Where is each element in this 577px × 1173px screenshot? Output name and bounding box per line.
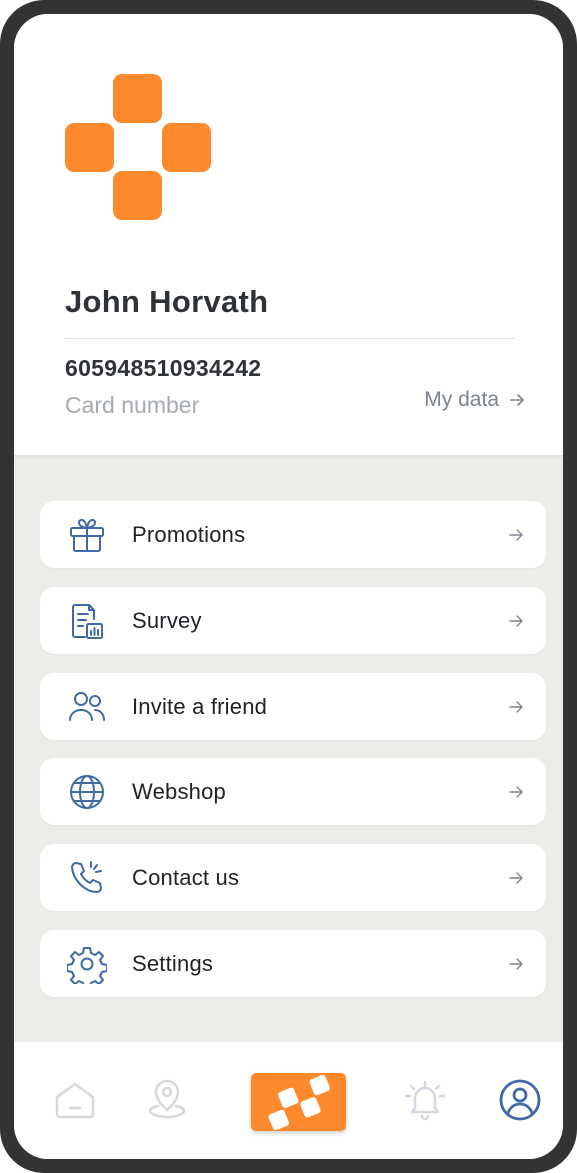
users-icon — [67, 687, 107, 727]
home-icon — [55, 1082, 95, 1119]
arrow-right-icon — [508, 870, 524, 886]
menu-item-survey[interactable]: Survey — [40, 587, 546, 654]
nav-map-button[interactable] — [145, 1078, 189, 1122]
nav-home-button[interactable] — [53, 1078, 97, 1122]
nav-card-button[interactable] — [251, 1073, 346, 1131]
loyalty-card-icon — [251, 1073, 346, 1131]
phone-frame: John Horvath 605948510934242 Card number… — [0, 0, 577, 1173]
menu-item-label: Contact us — [132, 865, 240, 890]
gear-icon — [66, 944, 108, 989]
menu-item-contact-us[interactable]: Contact us — [40, 844, 546, 911]
user-name: John Horvath — [65, 284, 269, 319]
my-data-label: My data — [424, 388, 499, 411]
nav-notifications-button[interactable] — [403, 1078, 447, 1122]
arrow-right-icon — [508, 527, 524, 543]
menu-item-label: Settings — [132, 951, 214, 976]
divider — [65, 338, 515, 339]
my-data-link[interactable]: My data — [424, 388, 525, 412]
menu-item-invite-friend[interactable]: Invite a friend — [40, 673, 546, 740]
menu-item-label: Survey — [132, 608, 202, 633]
menu-item-label: Webshop — [132, 779, 226, 804]
survey-document-icon — [67, 601, 107, 641]
profile-header: John Horvath 605948510934242 Card number… — [14, 14, 563, 455]
card-number-label: Card number — [65, 392, 200, 418]
menu-item-label: Promotions — [132, 522, 246, 547]
bottom-navigation — [14, 1042, 563, 1159]
arrow-right-icon — [508, 699, 524, 715]
arrow-right-icon — [510, 394, 524, 406]
nav-profile-button[interactable] — [498, 1078, 542, 1122]
arrow-right-icon — [508, 956, 524, 972]
arrow-right-icon — [508, 784, 524, 800]
arrow-right-icon — [508, 613, 524, 629]
map-pin-icon — [148, 1079, 186, 1119]
menu-item-settings[interactable]: Settings — [40, 930, 546, 997]
phone-ringing-icon — [67, 858, 107, 898]
gift-icon — [67, 515, 107, 555]
globe-icon — [67, 772, 107, 812]
menu-item-promotions[interactable]: Promotions — [40, 501, 546, 568]
menu-item-label: Invite a friend — [132, 694, 268, 719]
bell-icon — [404, 1080, 446, 1121]
app-screen: John Horvath 605948510934242 Card number… — [14, 14, 563, 1159]
brand-logo — [65, 74, 212, 221]
user-profile-icon — [499, 1079, 541, 1121]
menu-item-webshop[interactable]: Webshop — [40, 758, 546, 825]
card-number: 605948510934242 — [65, 355, 262, 381]
